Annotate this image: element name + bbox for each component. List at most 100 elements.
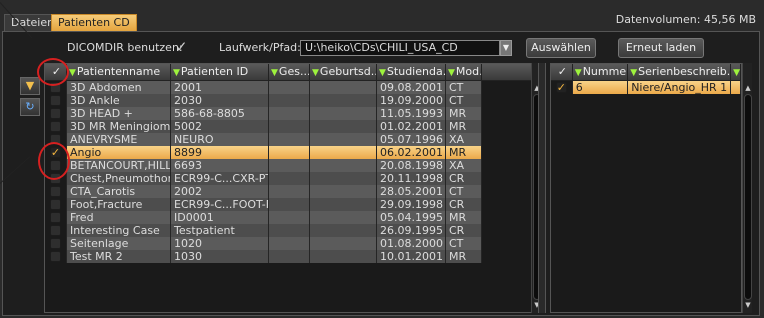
cell-birth [310,172,377,185]
select-button[interactable]: Auswählen [526,38,596,58]
filter-button[interactable]: ▼ [20,77,40,95]
table-row[interactable]: Interesting Case Testpatient 26.09.1995 CR [45,224,531,237]
table-row[interactable]: Fred ID0001 05.04.1995 MR [45,211,531,224]
cell-study-date: 06.02.2001 [377,146,446,159]
cell-name: 3D HEAD + [67,107,171,120]
series-column-header-check[interactable]: ✓ [551,64,573,80]
table-row[interactable]: CTA_Carotis 2002 28.05.2001 CT [45,185,531,198]
row-checkbox[interactable] [45,198,67,211]
patients-table: ✓ ▼Patientenname ▼Patienten ID ▼Ges... ▼… [44,63,532,313]
row-checkbox[interactable] [45,211,67,224]
table-row[interactable]: ✓ 6 Niere/Angio_HR 1 [551,81,741,94]
cell-study-date: 28.05.2001 [377,185,446,198]
table-row[interactable]: Chest,PneumothoraxECR99-C...CXR-PTX 20.11… [45,172,531,185]
refresh-button[interactable]: ↻ [20,98,40,116]
table-row[interactable]: ✓ Angio 8899 06.02.2001 MR [45,146,531,159]
checkbox-box [50,186,61,197]
row-checkbox[interactable] [45,224,67,237]
row-checkbox[interactable] [45,250,67,263]
cell-modality: MR [446,146,482,159]
table-row[interactable]: BETANCOURT,HILL 6693 20.08.1998 XA [45,159,531,172]
table-row[interactable]: 3D Abdomen 2001 09.08.2001 CT [45,81,531,94]
table-row[interactable]: 3D Ankle 2030 19.09.2000 CT [45,94,531,107]
annotation-circle [37,58,69,86]
series-scrollbar[interactable]: ▲ ▼ [742,63,752,313]
cell-birth [310,159,377,172]
patients-table-header: ✓ ▼Patientenname ▼Patienten ID ▼Ges... ▼… [45,64,531,81]
series-column-header-number[interactable]: ▼Nummer [573,64,629,80]
split-divider[interactable] [538,63,546,313]
refresh-icon: ↻ [25,100,35,113]
scroll-up-icon[interactable]: ▲ [743,83,753,94]
cell-modality: CT [446,81,482,94]
cell-modality: CR [446,198,482,211]
tab-patienten-cd[interactable]: Patienten CD [51,14,137,31]
chevron-down-icon[interactable]: ▼ [500,40,512,56]
row-checkbox[interactable] [45,237,67,250]
column-header-id[interactable]: ▼Patienten ID [171,64,269,80]
row-checkbox[interactable] [45,107,67,120]
cell-modality: MR [446,250,482,263]
series-column-header-extra[interactable]: ▼ [731,64,741,80]
column-header-sex[interactable]: ▼Ges... [269,64,310,80]
cell-number: 6 [572,81,629,94]
table-row[interactable]: 3D HEAD +586-68-8805 11.05.1993 MR [45,107,531,120]
table-row[interactable]: Foot,FractureECR99-C...FOOT-FX 29.09.1998… [45,198,531,211]
cell-sex [269,237,310,250]
table-row[interactable]: 3D MR Meningioma 5002 01.02.2001 MR [45,120,531,133]
cell-birth [310,198,377,211]
series-table-header: ✓ ▼Nummer ▼Serienbeschreib... ▼ [551,64,741,81]
row-checkbox[interactable]: ✓ [551,81,573,94]
scroll-down-icon[interactable]: ▼ [743,300,753,311]
cell-name: Test MR 2 [67,250,171,263]
cell-sex [269,146,310,159]
reload-button[interactable]: Erneut laden [618,38,704,58]
column-header-birthdate[interactable]: ▼Geburtsd... [310,64,377,80]
series-column-header-description[interactable]: ▼Serienbeschreib... [628,64,732,80]
table-row[interactable]: ANEVRYSME NEURO 05.07.1996 XA [45,133,531,146]
cell-study-date: 05.07.1996 [377,133,446,146]
cell-id: 2030 [171,94,269,107]
dicomdir-label: DICOMDIR benutzen: [67,41,183,54]
cell-sex [269,172,310,185]
row-checkbox[interactable] [45,185,67,198]
cell-modality: MR [446,107,482,120]
table-row[interactable]: Seitenlage 1020 01.08.2000 CT [45,237,531,250]
checkbox-box [50,95,61,106]
cell-study-date: 19.09.2000 [377,94,446,107]
cell-name: ANEVRYSME [67,133,171,146]
cell-birth [310,120,377,133]
cell-id: 1030 [171,250,269,263]
row-checkbox[interactable] [45,120,67,133]
column-header-study-date[interactable]: ▼Studienda... [377,64,446,80]
cell-id: 1020 [171,237,269,250]
cell-spacer [731,81,741,94]
cell-id: 586-68-8805 [171,107,269,120]
path-combobox[interactable]: U:\heiko\CDs\CHILI_USA_CD [300,40,500,56]
filter-icon: ▼ [25,79,35,92]
cell-id: 6693 [171,159,269,172]
cell-name: CTA_Carotis [67,185,171,198]
column-header-modality[interactable]: ▼Mod... [446,64,482,80]
checkbox-box [50,121,61,132]
cell-sex [269,198,310,211]
row-checkbox[interactable] [45,94,67,107]
cell-study-date: 11.05.1993 [377,107,446,120]
series-table: ✓ ▼Nummer ▼Serienbeschreib... ▼ ✓ 6 Niere/… [550,63,742,313]
cell-modality: CR [446,224,482,237]
checkbox-box [50,199,61,210]
cell-id: Testpatient [171,224,269,237]
cell-study-date: 09.08.2001 [377,81,446,94]
cell-modality: CT [446,94,482,107]
cell-study-date: 01.02.2001 [377,120,446,133]
data-volume-label: Datenvolumen: 45,56 MB [615,13,756,26]
column-header-name[interactable]: ▼Patientenname [67,64,171,80]
dicomdir-checkbox[interactable]: ✓ [175,38,188,56]
cell-id: 5002 [171,120,269,133]
cell-name: Angio [67,146,171,159]
checkbox-box [50,238,61,249]
table-row[interactable]: Test MR 2 1030 10.01.2001 MR [45,250,531,263]
scroll-track[interactable] [744,94,752,300]
checkbox-box [50,212,61,223]
cell-study-date: 10.01.2001 [377,250,446,263]
